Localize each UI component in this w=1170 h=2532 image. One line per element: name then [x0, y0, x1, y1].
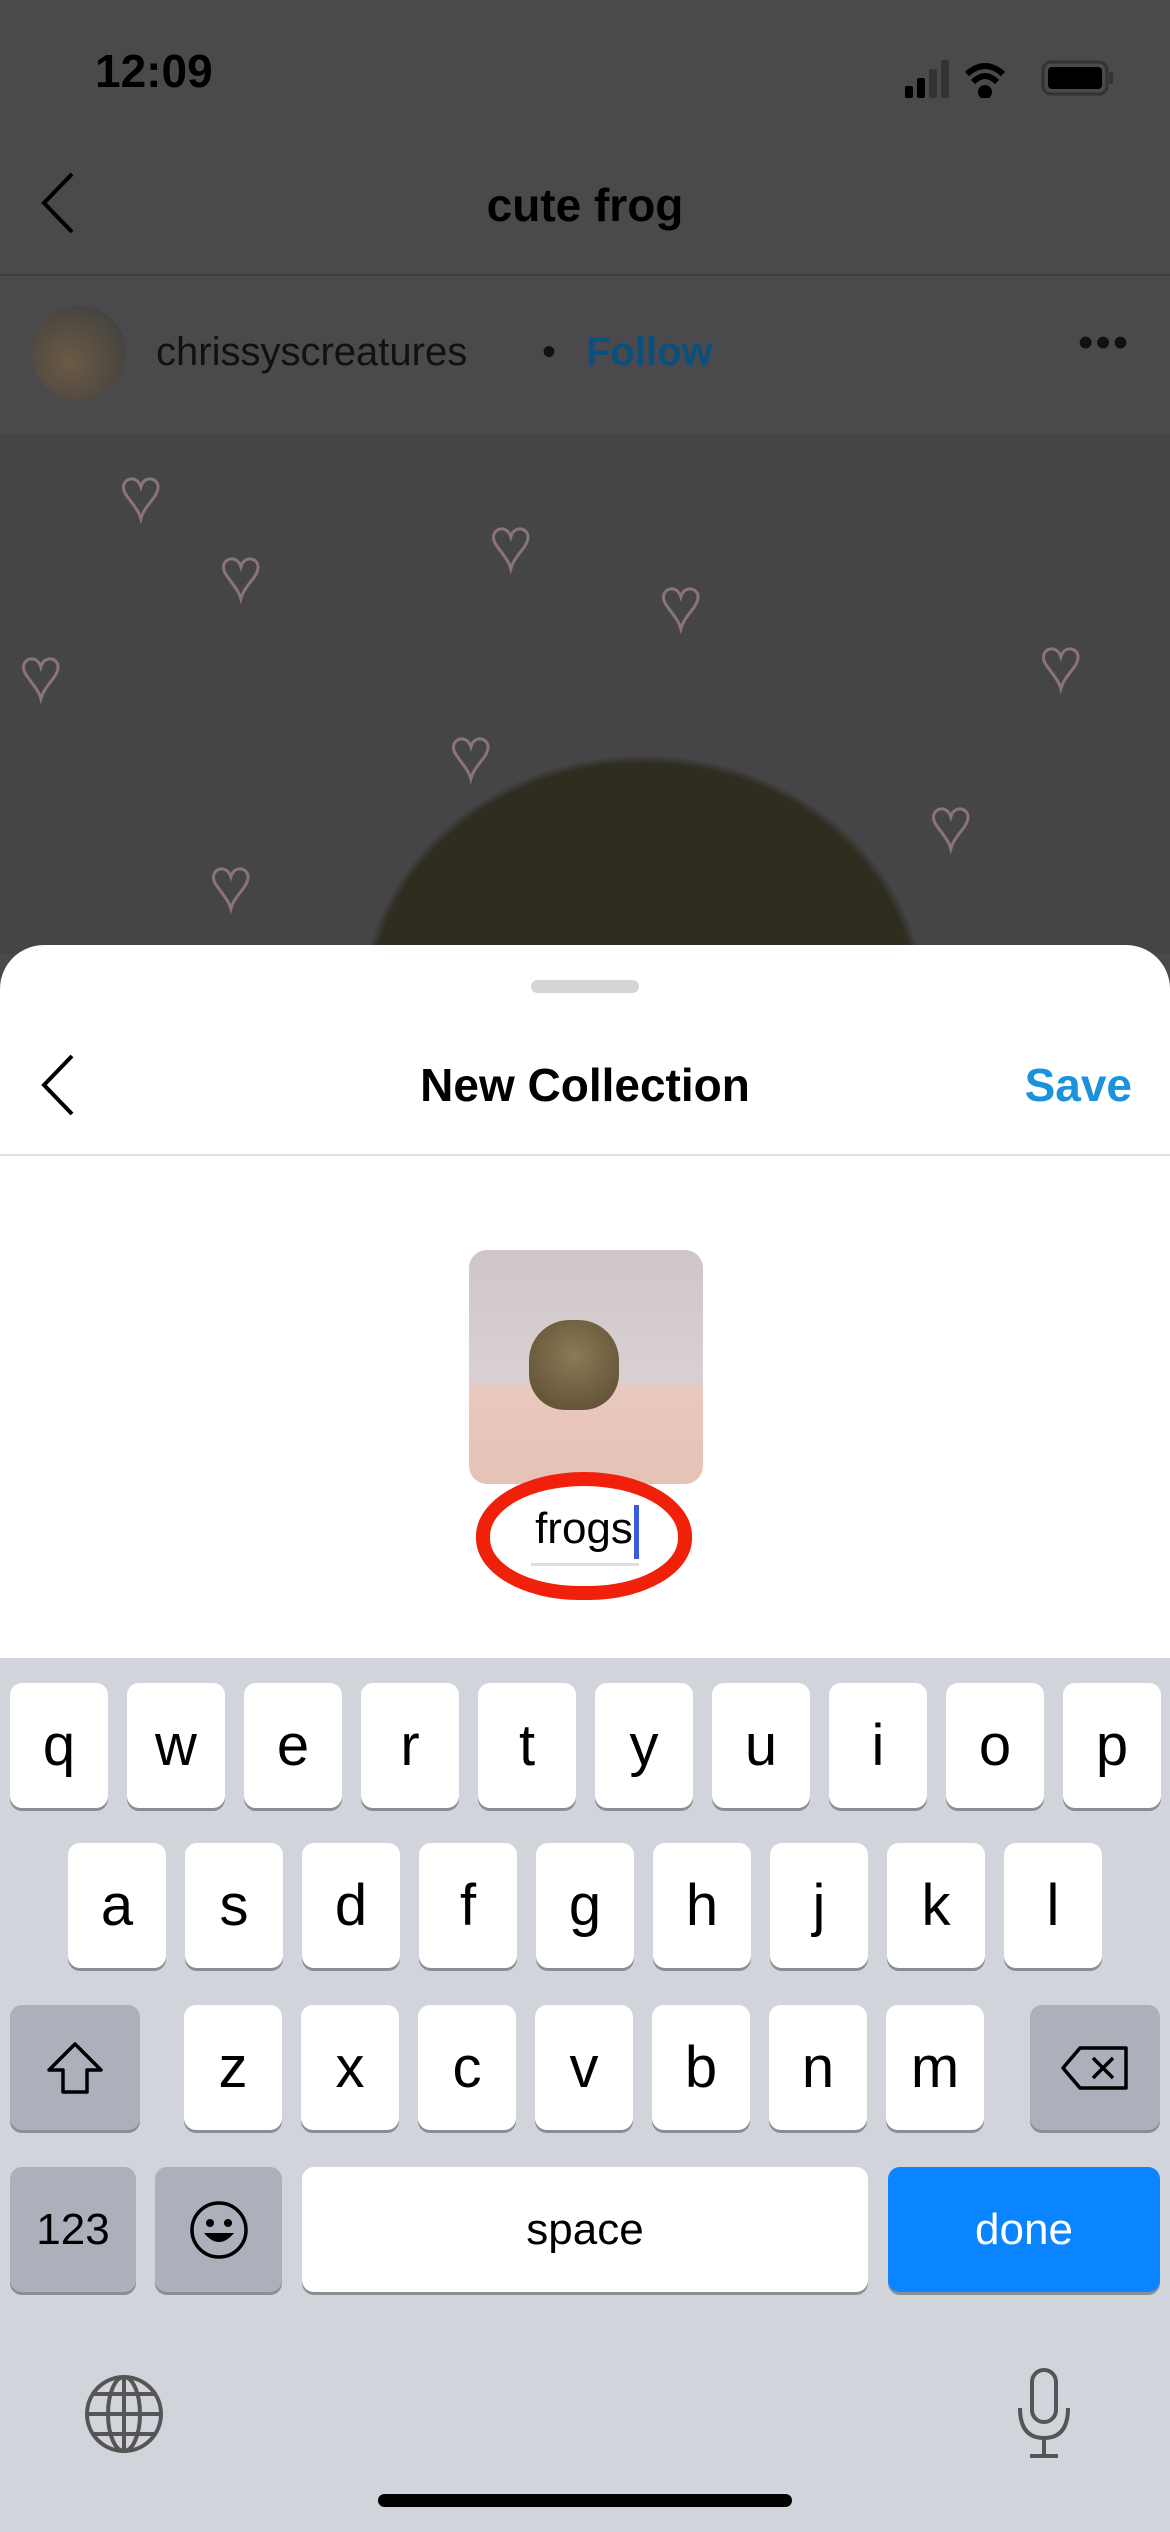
heart-decoration: ♥ [209, 844, 254, 925]
shift-icon [47, 2041, 103, 2094]
done-key[interactable]: done [888, 2167, 1160, 2292]
delete-key[interactable] [1030, 2005, 1160, 2130]
heart-decoration: ♥ [659, 564, 704, 645]
sheet-title: New Collection [420, 1059, 750, 1111]
microphone-icon[interactable] [1012, 2366, 1076, 2462]
heart-decoration: ♥ [219, 534, 264, 615]
wifi-icon [965, 63, 1005, 98]
key-f[interactable]: f [419, 1843, 517, 1968]
divider [0, 274, 1170, 276]
red-circle-annotation [476, 1472, 692, 1600]
key-d[interactable]: d [302, 1843, 400, 1968]
key-x[interactable]: x [301, 2005, 399, 2130]
key-v[interactable]: v [535, 2005, 633, 2130]
separator: • [542, 330, 557, 374]
key-q[interactable]: q [10, 1683, 108, 1808]
key-r[interactable]: r [361, 1683, 459, 1808]
heart-decoration: ♥ [19, 634, 64, 715]
key-u[interactable]: u [712, 1683, 810, 1808]
emoji-icon [189, 2200, 248, 2259]
space-key[interactable]: space [302, 2167, 868, 2292]
key-g[interactable]: g [536, 1843, 634, 1968]
key-j[interactable]: j [770, 1843, 868, 1968]
divider [0, 1154, 1170, 1156]
home-indicator[interactable] [378, 2494, 792, 2507]
key-p[interactable]: p [1063, 1683, 1161, 1808]
username[interactable]: chrissyscreatures [156, 330, 467, 375]
page-title: cute frog [486, 179, 684, 231]
globe-icon[interactable] [82, 2372, 166, 2456]
post-image: ♥ ♥ ♥ ♥ ♥ ♥ ♥ ♥ ♥ [0, 434, 1170, 954]
collection-cover-image[interactable] [469, 1250, 703, 1484]
key-h[interactable]: h [653, 1843, 751, 1968]
battery-icon [1041, 60, 1113, 96]
heart-decoration: ♥ [929, 784, 974, 865]
shift-key[interactable] [10, 2005, 140, 2130]
backspace-icon [1061, 2045, 1128, 2090]
follow-button[interactable]: Follow [586, 330, 713, 375]
status-time: 12:09 [95, 45, 213, 97]
key-y[interactable]: y [595, 1683, 693, 1808]
key-t[interactable]: t [478, 1683, 576, 1808]
key-k[interactable]: k [887, 1843, 985, 1968]
emoji-key[interactable] [155, 2167, 282, 2292]
key-a[interactable]: a [68, 1843, 166, 1968]
heart-decoration: ♥ [449, 714, 494, 795]
heart-decoration: ♥ [119, 454, 164, 535]
key-o[interactable]: o [946, 1683, 1044, 1808]
avatar[interactable] [32, 306, 126, 400]
key-z[interactable]: z [184, 2005, 282, 2130]
key-s[interactable]: s [185, 1843, 283, 1968]
frog-image [529, 1320, 619, 1410]
key-b[interactable]: b [652, 2005, 750, 2130]
sheet-drag-handle[interactable] [531, 980, 639, 993]
numbers-key[interactable]: 123 [10, 2167, 136, 2292]
cellular-signal-icon [905, 60, 949, 98]
save-button[interactable]: Save [1025, 1058, 1132, 1112]
key-w[interactable]: w [127, 1683, 225, 1808]
key-m[interactable]: m [886, 2005, 984, 2130]
key-c[interactable]: c [418, 2005, 516, 2130]
status-icons [905, 60, 1113, 98]
heart-decoration: ♥ [1039, 624, 1084, 705]
key-l[interactable]: l [1004, 1843, 1102, 1968]
more-options-icon[interactable]: ••• [1078, 318, 1130, 368]
key-n[interactable]: n [769, 2005, 867, 2130]
key-i[interactable]: i [829, 1683, 927, 1808]
heart-decoration: ♥ [489, 504, 534, 585]
key-e[interactable]: e [244, 1683, 342, 1808]
